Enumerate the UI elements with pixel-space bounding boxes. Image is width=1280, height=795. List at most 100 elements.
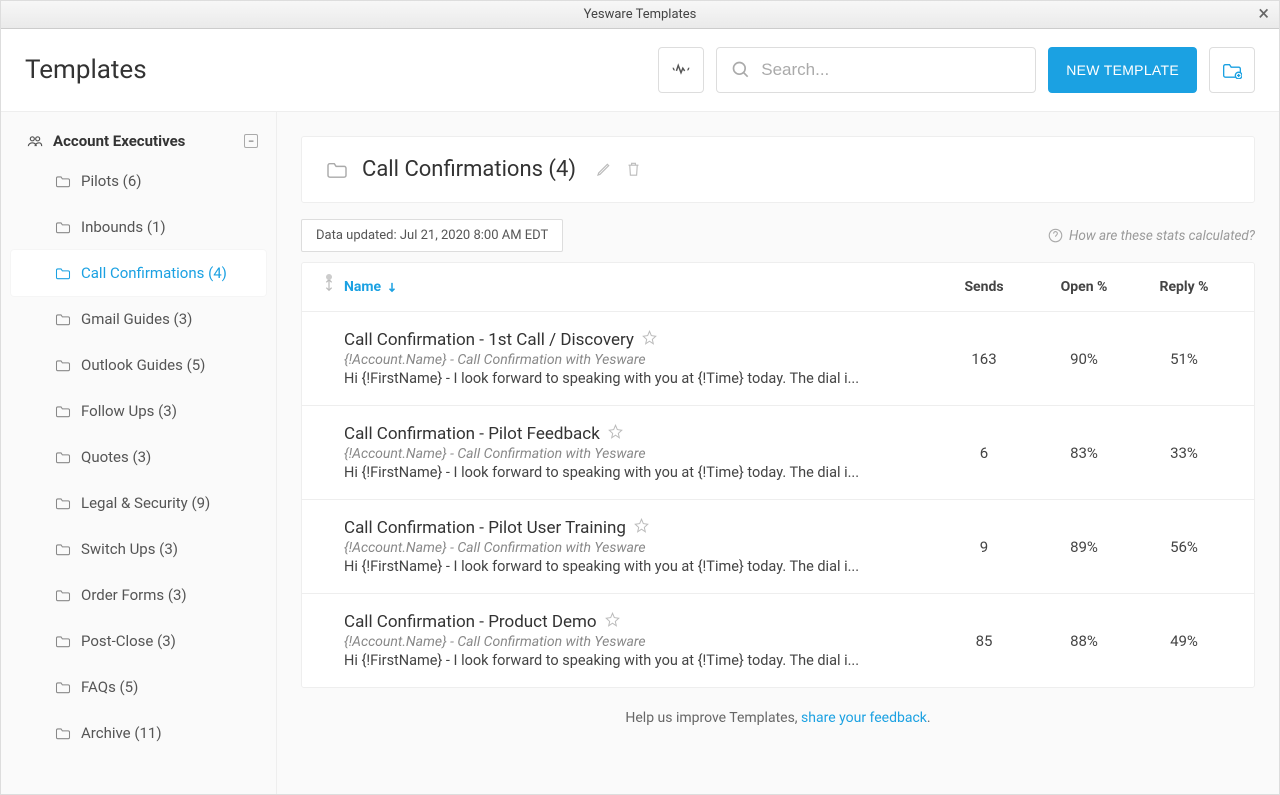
template-subject: {!Account.Name} - Call Confirmation with…: [344, 446, 934, 462]
template-subject: {!Account.Name} - Call Confirmation with…: [344, 352, 934, 368]
column-name[interactable]: Name: [344, 279, 934, 295]
sidebar-item[interactable]: Order Forms (3): [1, 572, 276, 618]
template-preview: Hi {!FirstName} - I look forward to spea…: [344, 370, 934, 387]
column-open[interactable]: Open %: [1034, 279, 1134, 295]
sidebar-item[interactable]: Outlook Guides (5): [1, 342, 276, 388]
wave-button[interactable]: [658, 47, 704, 93]
collapse-icon[interactable]: −: [244, 134, 258, 148]
table-row[interactable]: Call Confirmation - Pilot Feedback {!Acco…: [302, 406, 1254, 500]
sidebar-item-label: Call Confirmations (4): [81, 264, 227, 282]
search-box[interactable]: [716, 47, 1036, 93]
sidebar-item[interactable]: Archive (11): [1, 710, 276, 756]
sidebar-item-label: Legal & Security (9): [81, 494, 210, 512]
new-folder-icon: [1222, 62, 1242, 79]
cell-sends: 163: [934, 350, 1034, 368]
edit-icon[interactable]: [596, 161, 612, 177]
template-preview: Hi {!FirstName} - I look forward to spea…: [344, 652, 934, 669]
sidebar-item-label: Order Forms (3): [81, 586, 187, 604]
wave-icon: [670, 59, 692, 81]
template-subject: {!Account.Name} - Call Confirmation with…: [344, 634, 934, 650]
templates-table: Name Sends Open % Reply % Call Confirmat…: [301, 262, 1255, 688]
folder-icon: [55, 727, 71, 740]
table-row[interactable]: Call Confirmation - Product Demo {!Accoun…: [302, 594, 1254, 687]
stats-help-link[interactable]: How are these stats calculated?: [1048, 228, 1255, 244]
template-title: Call Confirmation - Pilot Feedback: [344, 424, 600, 444]
search-icon: [731, 60, 751, 80]
star-icon[interactable]: [608, 424, 623, 444]
sidebar-item-label: Gmail Guides (3): [81, 310, 192, 328]
folder-panel: Call Confirmations (4): [301, 136, 1255, 203]
cell-reply: 51%: [1134, 350, 1234, 368]
new-folder-button[interactable]: [1209, 47, 1255, 93]
star-icon[interactable]: [634, 518, 649, 538]
folder-icon: [326, 161, 348, 179]
folder-icon: [55, 451, 71, 464]
main-content: Call Confirmations (4) Data updated: Jul…: [277, 112, 1279, 794]
folder-icon: [55, 497, 71, 510]
cell-sends: 6: [934, 444, 1034, 462]
folder-icon: [55, 359, 71, 372]
folder-icon: [55, 635, 71, 648]
sidebar-item-label: Post-Close (3): [81, 632, 176, 650]
people-icon: [27, 135, 43, 148]
cell-sends: 85: [934, 632, 1034, 650]
template-title: Call Confirmation - Product Demo: [344, 612, 597, 632]
sidebar-item[interactable]: Follow Ups (3): [1, 388, 276, 434]
trash-icon[interactable]: [626, 161, 641, 178]
search-input[interactable]: [761, 60, 1021, 80]
table-header: Name Sends Open % Reply %: [302, 263, 1254, 312]
sidebar-group-header[interactable]: Account Executives −: [1, 124, 276, 158]
sidebar-item-label: Pilots (6): [81, 172, 141, 190]
folder-icon: [55, 313, 71, 326]
sidebar-item[interactable]: FAQs (5): [1, 664, 276, 710]
cell-open: 83%: [1034, 444, 1134, 462]
folder-icon: [55, 405, 71, 418]
sidebar-item[interactable]: Switch Ups (3): [1, 526, 276, 572]
feedback-link[interactable]: share your feedback: [801, 710, 927, 726]
template-preview: Hi {!FirstName} - I look forward to spea…: [344, 464, 934, 481]
column-reply[interactable]: Reply %: [1134, 279, 1234, 295]
new-template-button[interactable]: NEW TEMPLATE: [1048, 47, 1197, 93]
table-row[interactable]: Call Confirmation - 1st Call / Discovery…: [302, 312, 1254, 406]
sidebar-item[interactable]: Post-Close (3): [1, 618, 276, 664]
sidebar-item-label: Outlook Guides (5): [81, 356, 205, 374]
template-preview: Hi {!FirstName} - I look forward to spea…: [344, 558, 934, 575]
sort-handle-icon[interactable]: [322, 277, 344, 297]
folder-icon: [55, 267, 71, 280]
sidebar-item[interactable]: Pilots (6): [1, 158, 276, 204]
sidebar-item-label: Quotes (3): [81, 448, 151, 466]
data-updated-label: Data updated: Jul 21, 2020 8:00 AM EDT: [301, 219, 563, 252]
sidebar-item[interactable]: Call Confirmations (4): [11, 250, 266, 296]
sort-down-icon: [387, 281, 397, 293]
folder-icon: [55, 589, 71, 602]
sidebar-item-label: Archive (11): [81, 724, 162, 742]
sidebar-item[interactable]: Legal & Security (9): [1, 480, 276, 526]
sidebar-item-label: Follow Ups (3): [81, 402, 177, 420]
sidebar-item[interactable]: Quotes (3): [1, 434, 276, 480]
sidebar-item[interactable]: Gmail Guides (3): [1, 296, 276, 342]
help-icon: [1048, 228, 1063, 243]
cell-reply: 56%: [1134, 538, 1234, 556]
sidebar: Account Executives − Pilots (6) Inbounds …: [1, 112, 277, 794]
cell-open: 89%: [1034, 538, 1134, 556]
cell-sends: 9: [934, 538, 1034, 556]
sidebar-group-label: Account Executives: [53, 132, 185, 150]
window-title: Yesware Templates: [584, 7, 697, 22]
close-icon[interactable]: ×: [1254, 3, 1273, 23]
star-icon[interactable]: [642, 330, 657, 350]
sidebar-item[interactable]: Inbounds (1): [1, 204, 276, 250]
star-icon[interactable]: [605, 612, 620, 632]
folder-icon: [55, 681, 71, 694]
sidebar-item-label: Inbounds (1): [81, 218, 166, 236]
titlebar: Yesware Templates ×: [1, 1, 1279, 29]
cell-open: 90%: [1034, 350, 1134, 368]
cell-open: 88%: [1034, 632, 1134, 650]
template-title: Call Confirmation - 1st Call / Discovery: [344, 330, 634, 350]
cell-reply: 49%: [1134, 632, 1234, 650]
sidebar-item-label: Switch Ups (3): [81, 540, 178, 558]
template-subject: {!Account.Name} - Call Confirmation with…: [344, 540, 934, 556]
column-sends[interactable]: Sends: [934, 279, 1034, 295]
table-row[interactable]: Call Confirmation - Pilot User Training{…: [302, 500, 1254, 594]
header: Templates NEW TEMPLATE: [1, 29, 1279, 112]
cell-reply: 33%: [1134, 444, 1234, 462]
